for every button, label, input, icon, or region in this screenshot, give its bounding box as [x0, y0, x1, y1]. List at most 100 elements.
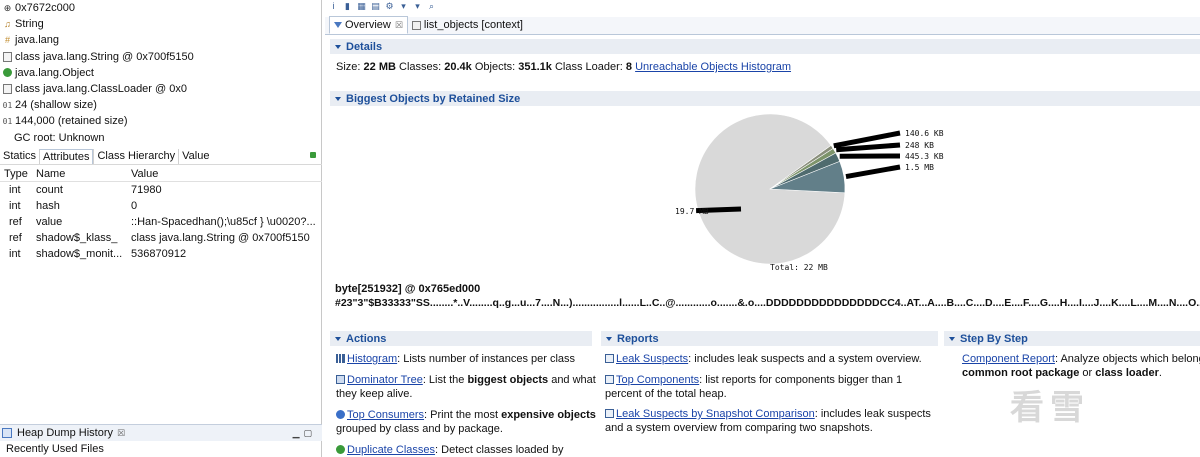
cell-value: ::Han-Spacedhan();\u85cf } \u0020?... — [131, 216, 316, 228]
column-header-name[interactable]: Name — [32, 168, 127, 180]
tab-attributes[interactable]: Attributes — [39, 149, 94, 164]
heap-dump-history-tab[interactable]: Heap Dump History ☒ ▁▢ — [0, 424, 322, 441]
leak-suspects-comparison-link[interactable]: Leak Suspects by Snapshot Comparison — [616, 408, 815, 420]
inspector-row-shallow-size[interactable]: 01 24 (shallow size) — [0, 97, 322, 113]
inspector-row-gc-root[interactable]: GC root: Unknown — [0, 130, 322, 146]
table-row[interactable]: int shadow$_monit... 536870912 — [0, 246, 322, 262]
duplicate-classes-icon — [336, 445, 345, 454]
component-report-link[interactable]: Component Report — [962, 353, 1055, 365]
threads-toolbar-icon[interactable]: ⚙ — [385, 2, 394, 11]
table-row[interactable]: int hash 0 — [0, 198, 322, 214]
dominator-toolbar-icon[interactable]: ▦ — [357, 2, 366, 11]
heap-dump-history-view: Heap Dump History ☒ ▁▢ Recently Used Fil… — [0, 424, 322, 457]
reports-section-header[interactable]: Reports — [601, 331, 938, 346]
attributes-table: Type Name Value int count 71980 int hash… — [0, 166, 322, 262]
histogram-icon — [336, 354, 345, 363]
cell-value: 536870912 — [131, 248, 187, 260]
cell-type: int — [9, 248, 21, 260]
inspector-row-address[interactable]: ⊕ 0x7672c000 — [0, 0, 322, 16]
close-icon[interactable]: ☒ — [117, 428, 125, 439]
recently-used-files-label: Recently Used Files — [6, 443, 104, 455]
actions-section-header[interactable]: Actions — [330, 331, 592, 346]
tab-list-objects[interactable]: list_objects [context] — [408, 16, 527, 34]
inspector-row-class-object[interactable]: class java.lang.String @ 0x700f5150 — [0, 49, 322, 65]
biggest-objects-section-header[interactable]: Biggest Objects by Retained Size — [330, 91, 1200, 106]
tab-class-hierarchy[interactable]: Class Hierarchy — [93, 149, 178, 164]
close-icon[interactable]: ☒ — [395, 20, 403, 31]
reports-dropdown-icon[interactable]: ▾ — [399, 2, 408, 11]
object-detail-content: #23"3"$B33333"SS........*..V........q..g… — [335, 297, 1200, 309]
dominator-tree-icon — [336, 375, 345, 384]
tab-statics[interactable]: Statics — [0, 149, 39, 164]
search-icon[interactable]: ⌕ — [427, 2, 436, 11]
pin-icon[interactable] — [310, 152, 316, 158]
report-icon — [605, 375, 614, 384]
inspector-pane: ⊕ 0x7672c000 ♫ String # java.lang class … — [0, 0, 322, 457]
action-top-consumers: Top Consumers: Print the most expensive … — [336, 409, 596, 435]
cell-type: ref — [9, 232, 22, 244]
table-row[interactable]: int count 71980 — [0, 182, 322, 198]
column-header-type[interactable]: Type — [0, 168, 32, 180]
oql-toolbar-icon[interactable]: ▤ — [371, 2, 380, 11]
report-icon — [605, 354, 614, 363]
histogram-toolbar-icon[interactable]: ▮ — [343, 2, 352, 11]
pie-total-label: Total: 22 MB — [770, 263, 828, 272]
info-icon[interactable]: i — [329, 2, 338, 11]
inspector-row-package[interactable]: # java.lang — [0, 32, 322, 48]
query-dropdown-icon[interactable]: ▾ — [413, 2, 422, 11]
action-dominator-tree: Dominator Tree: List the biggest objects… — [336, 374, 596, 400]
classloader-icon — [3, 84, 12, 95]
pie-svg: 140.6 KB 248 KB 445.3 KB 1.5 MB 19.7 MB Tota… — [675, 113, 944, 272]
tab-value[interactable]: Value — [178, 149, 212, 164]
details-section-header[interactable]: Details — [330, 39, 1200, 54]
heap-dump-history-title: Heap Dump History — [17, 427, 113, 439]
dominator-tree-link[interactable]: Dominator Tree — [347, 374, 423, 386]
collapse-arrow-icon — [606, 336, 612, 341]
action-histogram: Histogram: Lists number of instances per… — [336, 352, 598, 366]
inspector-row-superclass[interactable]: java.lang.Object — [0, 65, 322, 81]
report-top-components: Top Components: list reports for compone… — [605, 374, 903, 400]
editor-toolbar: i ▮ ▦ ▤ ⚙ ▾ ▾ ⌕ — [325, 0, 1200, 13]
cell-name: count — [36, 184, 63, 196]
leak-suspects-link[interactable]: Leak Suspects — [616, 353, 688, 365]
step-component-report: Component Report: Analyze objects which … — [962, 353, 1200, 379]
inspector-list: ⊕ 0x7672c000 ♫ String # java.lang class … — [0, 0, 322, 146]
cell-type: int — [9, 200, 21, 212]
tab-overview[interactable]: Overview ☒ — [329, 16, 408, 34]
table-row[interactable]: ref value ::Han-Spacedhan();\u85cf } \u0… — [0, 214, 322, 230]
report-icon — [605, 409, 614, 418]
table-row[interactable]: ref shadow$_klass_ class java.lang.Strin… — [0, 230, 322, 246]
cell-value: 71980 — [131, 184, 162, 196]
overview-icon — [334, 22, 342, 28]
cell-name: value — [36, 216, 63, 228]
cell-name: shadow$_monit... — [36, 248, 123, 260]
histogram-link[interactable]: Histogram — [347, 353, 397, 365]
pie-label-2: 445.3 KB — [905, 152, 944, 161]
watermark-logo: 看雪 — [1010, 389, 1090, 427]
cell-type: ref — [9, 216, 22, 228]
minimize-maximize-icon[interactable]: ▁▢ — [293, 428, 316, 439]
inspector-row-retained-size[interactable]: 01 144,000 (retained size) — [0, 113, 322, 129]
pie-label-0: 140.6 KB — [905, 129, 944, 138]
step-by-step-section-header[interactable]: Step By Step — [944, 331, 1200, 346]
shallow-size-icon: 01 — [2, 100, 13, 110]
list-objects-icon — [411, 20, 421, 30]
class-doc-icon — [3, 51, 12, 62]
address-icon: ⊕ — [3, 2, 12, 13]
top-consumers-link[interactable]: Top Consumers — [347, 409, 424, 421]
unreachable-objects-histogram-link[interactable]: Unreachable Objects Histogram — [635, 61, 791, 73]
pie-label-1: 248 KB — [905, 141, 934, 150]
attributes-header: Type Name Value — [0, 166, 322, 182]
cell-value: 0 — [131, 200, 138, 212]
retained-size-icon: 01 — [2, 116, 13, 126]
duplicate-classes-link[interactable]: Duplicate Classes — [347, 444, 435, 456]
cell-name: hash — [36, 200, 60, 212]
heap-dump-icon — [2, 428, 12, 438]
pie-label-largest: 19.7 MB — [675, 207, 709, 216]
column-header-value[interactable]: Value — [127, 168, 317, 180]
object-icon — [3, 68, 12, 78]
report-leak-suspects: Leak Suspects: includes leak suspects an… — [605, 352, 935, 366]
top-components-link[interactable]: Top Components — [616, 374, 699, 386]
inspector-row-class[interactable]: ♫ String — [0, 16, 322, 32]
inspector-row-classloader[interactable]: class java.lang.ClassLoader @ 0x0 — [0, 81, 322, 97]
